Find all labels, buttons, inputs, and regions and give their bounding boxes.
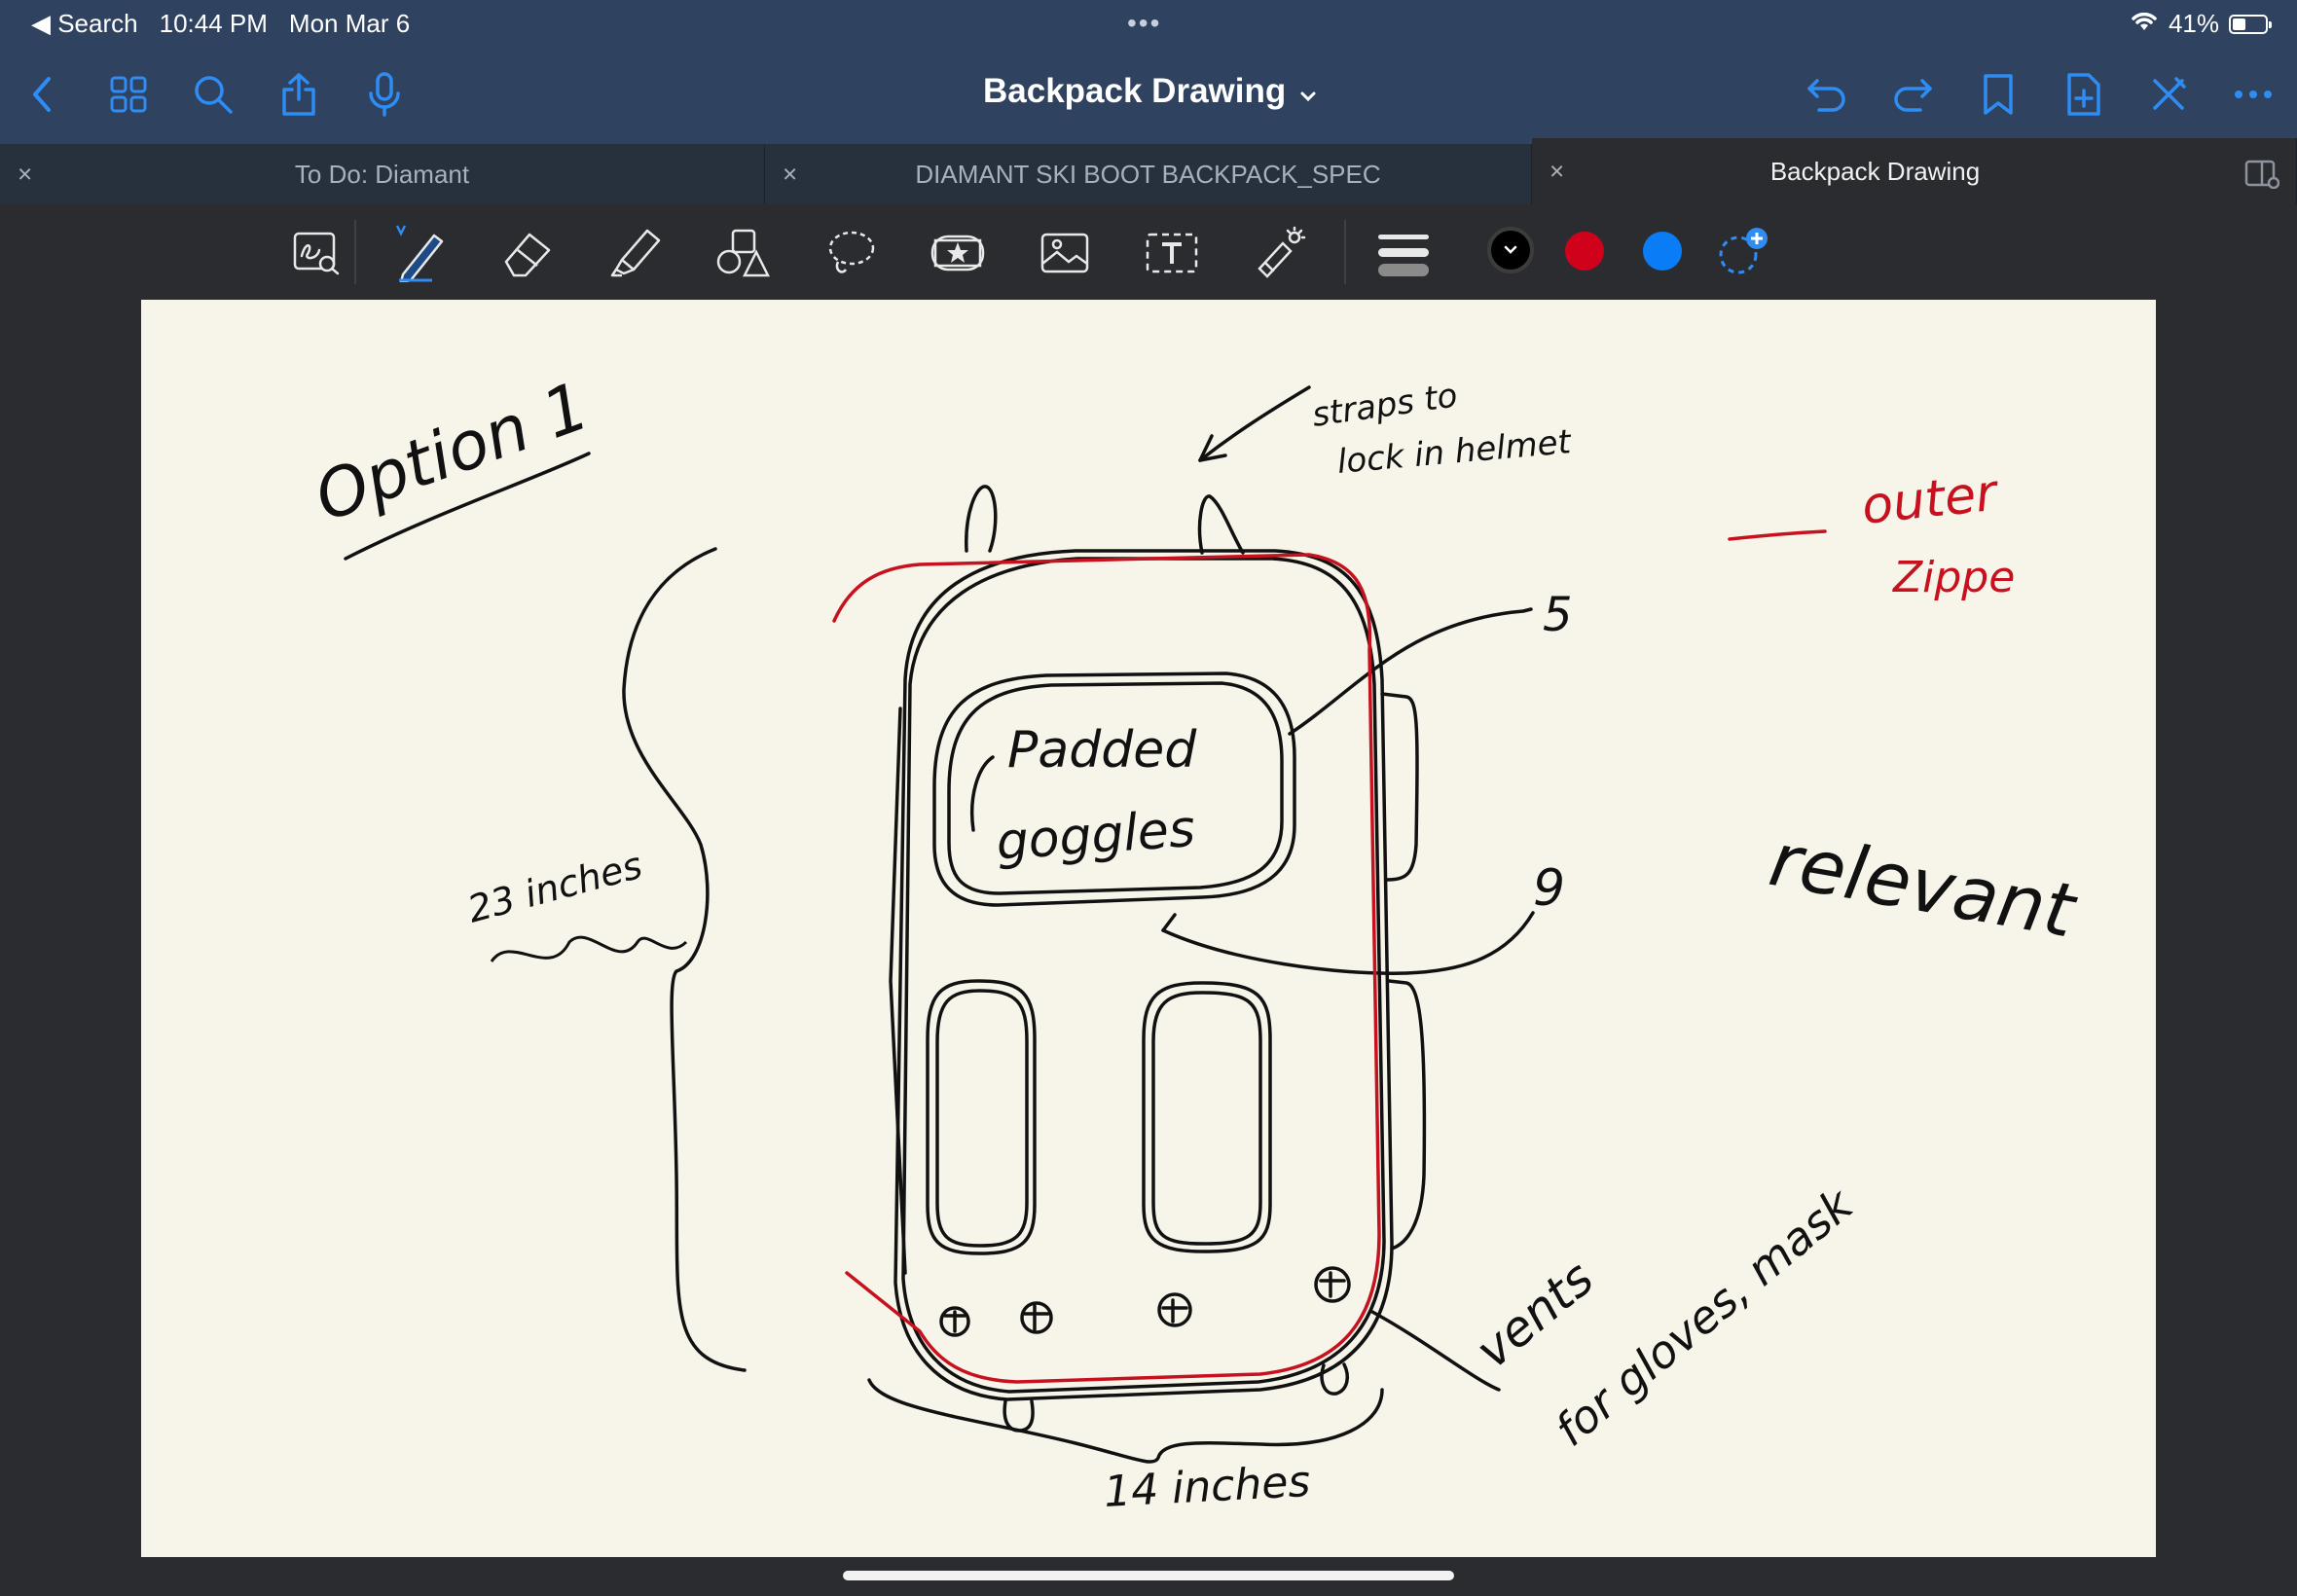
color-swatch-red[interactable]: [1565, 232, 1604, 271]
image-icon[interactable]: [1036, 224, 1094, 282]
status-bar: ◀ Search 10:44 PM Mon Mar 6 ••• 41%: [0, 0, 2297, 47]
chevron-down-icon: [1504, 245, 1517, 254]
stroke-width-icon[interactable]: [1374, 224, 1433, 282]
notebook-page[interactable]: Option 1 straps to lock in helmet Padded…: [141, 300, 2156, 1557]
tab-backpack-drawing[interactable]: × Backpack Drawing: [1532, 138, 2297, 204]
scribbled-out-text: [490, 935, 688, 962]
chevron-down-icon: [1299, 72, 1317, 111]
color-swatch-blue[interactable]: [1643, 232, 1682, 271]
status-date: Mon Mar 6: [288, 9, 411, 38]
wifi-icon: [2130, 9, 2159, 39]
close-tab-icon[interactable]: ×: [18, 160, 32, 190]
note-straps-line2: lock in helmet: [1335, 422, 1574, 482]
back-icon[interactable]: [18, 70, 66, 119]
shapes-icon[interactable]: [713, 224, 772, 282]
label-outer: outer: [1859, 463, 2003, 536]
add-color-icon[interactable]: [1715, 222, 1773, 280]
multitasking-dots-icon[interactable]: •••: [1127, 8, 1161, 39]
status-time: 10:44 PM: [159, 9, 268, 38]
annotation-toolbar: [0, 204, 2297, 300]
sticker-icon[interactable]: [929, 224, 987, 282]
close-pen-icon[interactable]: [2144, 70, 2193, 119]
text-icon[interactable]: [1143, 224, 1201, 282]
label-padded: Padded: [1007, 721, 1197, 780]
zoom-lasso-icon[interactable]: [287, 224, 346, 282]
eraser-icon[interactable]: [498, 224, 557, 282]
more-icon[interactable]: [2229, 70, 2278, 119]
label-height: 23 inches: [463, 844, 646, 931]
handwritten-sketch: Option 1 straps to lock in helmet Padded…: [306, 368, 2084, 1517]
battery-level-fill: [2233, 18, 2246, 30]
microphone-icon[interactable]: [360, 70, 409, 119]
tab-diamant-spec[interactable]: × DIAMANT SKI BOOT BACKPACK_SPEC: [765, 144, 1532, 204]
pen-icon[interactable]: [391, 224, 450, 282]
label-zipper: Zippe: [1892, 553, 2015, 602]
tab-label: Backpack Drawing: [1769, 156, 1981, 186]
document-title[interactable]: Backpack Drawing: [983, 72, 1317, 111]
battery-percent: 41%: [2168, 9, 2219, 38]
home-indicator[interactable]: [843, 1571, 1454, 1580]
mark-5: 5: [1543, 588, 1573, 642]
share-icon[interactable]: [274, 70, 323, 119]
label-goggles: goggles: [995, 800, 1197, 872]
close-tab-icon[interactable]: ×: [1550, 157, 1564, 187]
label-relevant: relevant: [1764, 816, 2084, 955]
battery-icon: [2229, 14, 2272, 34]
note-straps-line1: straps to: [1310, 376, 1460, 435]
label-width: 14 inches: [1103, 1457, 1312, 1517]
back-to-app-link[interactable]: ◀ Search: [31, 9, 138, 39]
split-view-icon[interactable]: [2244, 158, 2280, 194]
color-swatch-black[interactable]: [1487, 227, 1534, 273]
document-title-text: Backpack Drawing: [983, 72, 1287, 110]
highlighter-icon[interactable]: [606, 224, 665, 282]
undo-icon[interactable]: [1803, 70, 1851, 119]
grid-icon[interactable]: [104, 70, 153, 119]
document-navbar: Backpack Drawing: [0, 47, 2297, 144]
label-vents: vents: [1465, 1250, 1604, 1379]
lasso-icon[interactable]: [821, 224, 880, 282]
bookmark-icon[interactable]: [1974, 70, 2023, 119]
page-viewport[interactable]: Option 1 straps to lock in helmet Padded…: [0, 300, 2297, 1596]
document-tabs: × To Do: Diamant × DIAMANT SKI BOOT BACK…: [0, 138, 2297, 204]
add-page-icon[interactable]: [2060, 70, 2108, 119]
search-icon[interactable]: [189, 70, 237, 119]
redo-icon[interactable]: [1888, 70, 1937, 119]
close-tab-icon[interactable]: ×: [783, 160, 797, 190]
tab-to-do-diamant[interactable]: × To Do: Diamant: [0, 144, 765, 204]
tab-label: DIAMANT SKI BOOT BACKPACK_SPEC: [915, 159, 1381, 189]
mark-9: 9: [1533, 859, 1565, 918]
tab-label: To Do: Diamant: [294, 159, 470, 189]
laser-pointer-icon[interactable]: [1250, 224, 1308, 282]
label-vents-purpose: for gloves, mask: [1545, 1177, 1864, 1456]
